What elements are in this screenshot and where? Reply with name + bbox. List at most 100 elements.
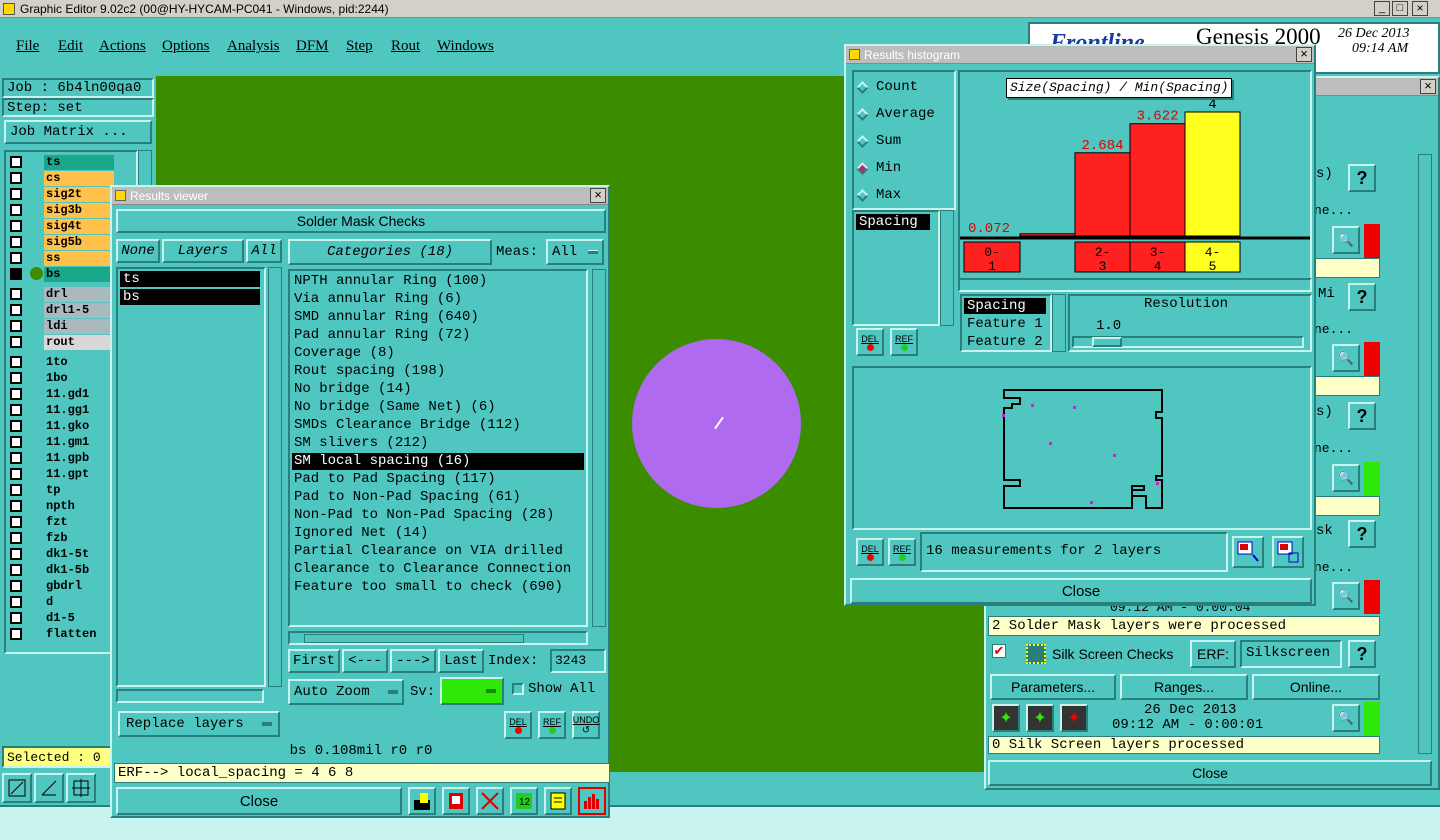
layer-row-fzt[interactable]: fzt [10,514,114,530]
layer-checkbox[interactable] [10,372,22,384]
maximize-icon[interactable]: □ [1392,1,1408,16]
category-item[interactable]: Coverage (8) [292,345,584,362]
first-button[interactable]: First [288,649,340,673]
layer-row-1to[interactable]: 1to [10,354,114,370]
mode-radio-max[interactable]: Max [856,186,901,204]
layer-row-1bo[interactable]: 1bo [10,370,114,386]
silk-erf-button[interactable]: ERF: [1190,640,1236,668]
mode-radio-average[interactable]: Average [856,105,935,123]
layer-row-drl[interactable]: drl [10,286,114,302]
layer-row-fzb[interactable]: fzb [10,530,114,546]
layer-row-npth[interactable]: npth [10,498,114,514]
layer-checkbox[interactable] [10,356,22,368]
menu-edit[interactable]: Edit [58,38,83,55]
layer-row-flatten[interactable]: flatten [10,626,114,642]
histogram-bar[interactable] [1074,152,1131,237]
help-icon[interactable]: ? [1348,520,1376,548]
layer-checkbox[interactable] [10,404,22,416]
layer-row-d[interactable]: d [10,594,114,610]
category-item[interactable]: Via annular Ring (6) [292,291,584,308]
measure-list-scroll[interactable] [940,210,954,326]
layer-row-ts[interactable]: ts [10,154,114,170]
category-vscroll[interactable] [592,269,606,627]
layer-row-cs[interactable]: cs [10,170,114,186]
help-icon[interactable]: ? [1348,640,1376,668]
category-item[interactable]: Pad annular Ring (72) [292,327,584,344]
layer-checkbox[interactable] [10,188,22,200]
category-item[interactable]: SMD annular Ring (640) [292,309,584,326]
zoom-icon[interactable]: 🔍 [1332,344,1360,372]
zoom-to-selection-icon[interactable] [1232,536,1264,568]
menu-options[interactable]: Options [162,38,210,55]
layer-checkbox[interactable] [10,436,22,448]
layer-row-bs[interactable]: bs [10,266,114,282]
menu-windows[interactable]: Windows [437,38,494,55]
menu-analysis[interactable]: Analysis [227,38,280,55]
layer-checkbox[interactable] [10,612,22,624]
category-item[interactable]: NPTH annular Ring (100) [292,273,584,290]
hist-ref-button[interactable]: REF [890,328,918,356]
run-icon[interactable]: ✦ [992,704,1020,732]
silk-enable-checkbox[interactable]: ✔ [992,644,1006,658]
last-button[interactable]: Last [438,649,484,673]
category-item[interactable]: No bridge (14) [292,381,584,398]
resolution-slider-thumb[interactable] [1092,337,1122,347]
layer-row-dk1-5b[interactable]: dk1-5b [10,562,114,578]
zoom-home-icon[interactable] [1272,536,1304,568]
sort-item-feature1[interactable]: Feature 1 [964,316,1043,332]
mode-radio-count[interactable]: Count [856,78,918,96]
histogram-close-icon[interactable]: × [1296,47,1312,62]
menu-dfm[interactable]: DFM [296,38,329,55]
layer-row-gbdrl[interactable]: gbdrl [10,578,114,594]
histogram-bar[interactable] [1129,123,1186,237]
replace-layers-select[interactable]: Replace layers [118,711,280,737]
category-item[interactable]: SM slivers (212) [292,435,584,452]
prev-button[interactable]: <--- [342,649,388,673]
tool-icon-1[interactable] [408,787,436,815]
zoom-icon[interactable]: 🔍 [1332,704,1360,732]
layer-row-11.gpb[interactable]: 11.gpb [10,450,114,466]
zoom-icon[interactable]: 🔍 [1332,226,1360,254]
preview-del-button[interactable]: DEL [856,538,884,566]
category-item[interactable]: Rout spacing (198) [292,363,584,380]
layer-row-sig5b[interactable]: sig5b [10,234,114,250]
snap-icon[interactable] [66,773,96,803]
layer-row-sig2t[interactable]: sig2t [10,186,114,202]
histogram-close-button[interactable]: Close [850,578,1312,604]
layer-result-bs[interactable]: bs [120,289,260,305]
layer-checkbox[interactable] [10,580,22,592]
layer-checkbox[interactable] [10,420,22,432]
layer-row-rout[interactable]: rout [10,334,114,350]
layer-checkbox[interactable] [10,252,22,264]
layer-row-ldi[interactable]: ldi [10,318,114,334]
category-item[interactable]: No bridge (Same Net) (6) [292,399,584,416]
report-icon[interactable] [544,787,572,815]
layer-checkbox[interactable] [10,628,22,640]
measure-icon[interactable] [34,773,64,803]
silk-parameters-button[interactable]: Parameters... [990,674,1116,700]
category-item[interactable]: Partial Clearance on VIA drilled [292,543,584,560]
category-item[interactable]: SM local spacing (16) [292,453,584,470]
layer-checkbox[interactable] [10,500,22,512]
minimize-icon[interactable]: _ [1374,1,1390,16]
layer-row-sig3b[interactable]: sig3b [10,202,114,218]
silk-erf-input[interactable]: Silkscreen [1240,640,1342,668]
hist-del-button[interactable]: DEL [856,328,884,356]
category-item[interactable]: Pad to Non-Pad Spacing (61) [292,489,584,506]
tool-icon-2[interactable] [442,787,470,815]
silk-ranges-button[interactable]: Ranges... [1120,674,1248,700]
layer-checkbox[interactable] [10,172,22,184]
resolution-slider[interactable] [1072,336,1304,348]
menu-rout[interactable]: Rout [391,38,420,55]
layer-checkbox[interactable] [10,304,22,316]
layer-checkbox[interactable] [10,516,22,528]
layer-row-sig4t[interactable]: sig4t [10,218,114,234]
run-fast-icon[interactable]: ✦ [1026,704,1054,732]
category-item[interactable]: Non-Pad to Non-Pad Spacing (28) [292,507,584,524]
layer-checkbox[interactable] [10,288,22,300]
close-icon[interactable]: × [1412,1,1428,16]
help-icon[interactable]: ? [1348,283,1376,311]
sort-item-feature2[interactable]: Feature 2 [964,334,1043,350]
layer-checkbox[interactable] [10,156,22,168]
layer-checkbox[interactable] [10,268,22,280]
